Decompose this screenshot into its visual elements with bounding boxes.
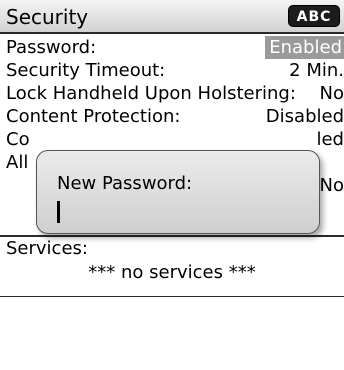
option-label: Content Protection: (6, 106, 181, 127)
text-caret (57, 201, 60, 223)
option-label: Password: (6, 37, 97, 58)
services-label: Services: (6, 238, 88, 259)
option-password[interactable]: Password: Enabled (0, 36, 344, 59)
option-content-protection[interactable]: Content Protection: Disabled (0, 105, 344, 128)
option-value-timeout[interactable]: 2 Min. (289, 59, 344, 82)
option-value-password[interactable]: Enabled (265, 36, 344, 59)
new-password-prompt: New Password: (57, 173, 193, 194)
title-bar: Security ABC (0, 0, 344, 34)
option-value-hidden-1[interactable]: led (316, 128, 344, 151)
option-label: All (6, 152, 29, 173)
option-label: Co (6, 129, 30, 150)
option-value-holster[interactable]: No (320, 82, 344, 105)
bottom-divider (0, 296, 344, 297)
option-lock-on-holster[interactable]: Lock Handheld Upon Holstering: No (0, 82, 344, 105)
option-value-content-protection[interactable]: Disabled (266, 105, 344, 128)
option-label: Lock Handheld Upon Holstering: (6, 83, 296, 104)
no-services-message: *** no services *** (88, 262, 256, 283)
option-value-hidden-3[interactable]: No (320, 174, 344, 197)
screen-title: Security (6, 5, 89, 29)
option-security-timeout[interactable]: Security Timeout: 2 Min. (0, 59, 344, 82)
section-divider (0, 235, 344, 237)
new-password-dialog: New Password: (36, 150, 320, 234)
input-mode-indicator: ABC (288, 5, 340, 27)
new-password-input[interactable] (55, 201, 295, 225)
option-label: Security Timeout: (6, 60, 166, 81)
option-partially-hidden-1[interactable]: Co led (0, 128, 344, 151)
